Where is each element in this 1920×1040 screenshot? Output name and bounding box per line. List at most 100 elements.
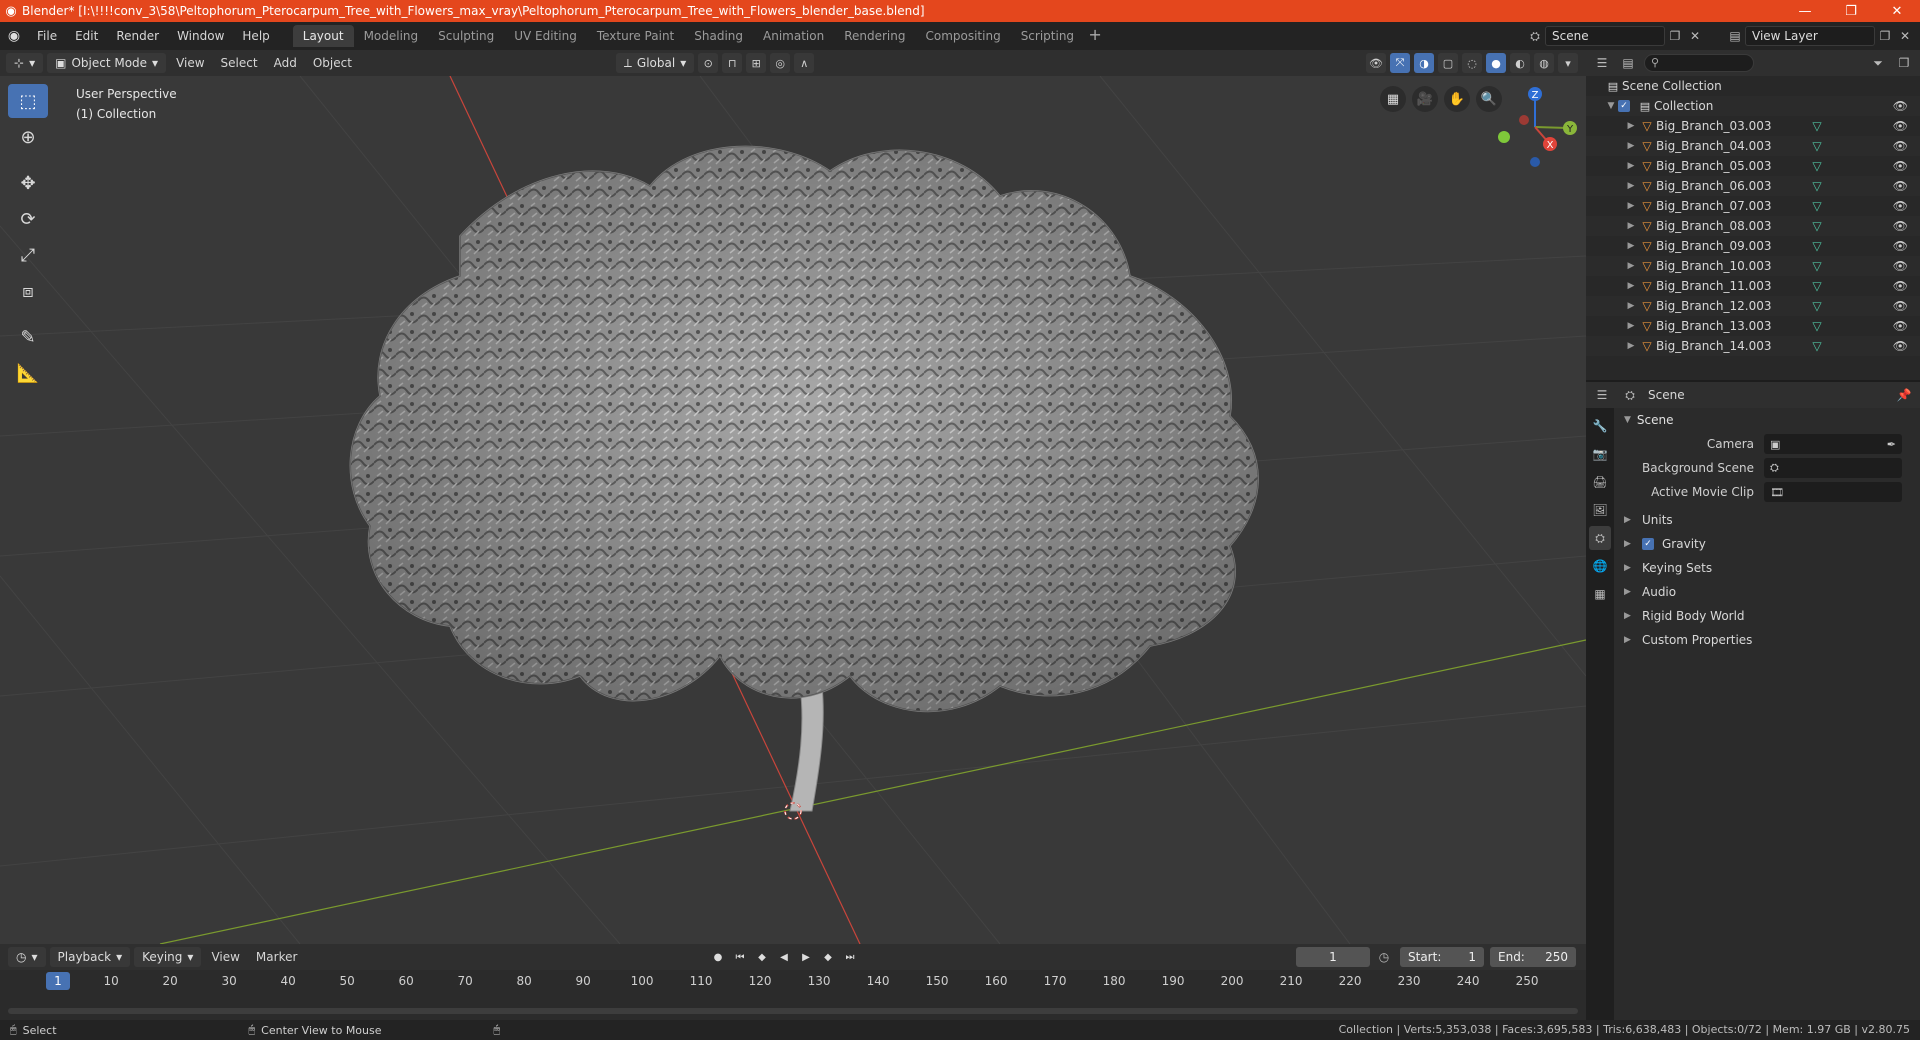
background-scene-field[interactable]: ⛭ bbox=[1764, 458, 1902, 478]
scene-name-field[interactable]: Scene bbox=[1545, 26, 1665, 46]
outliner-object-row[interactable]: ▶ ▽ Big_Branch_10.003 ▽ 👁 bbox=[1586, 256, 1920, 276]
viewport-menu-add[interactable]: Add bbox=[268, 56, 303, 70]
outliner-editor-type-icon[interactable]: ☰ bbox=[1592, 53, 1612, 73]
solid-shading-icon[interactable]: ● bbox=[1486, 53, 1506, 73]
snap-icon[interactable]: ⊓ bbox=[722, 53, 743, 73]
record-button[interactable]: ● bbox=[708, 947, 728, 967]
gravity-checkbox[interactable]: ✓ bbox=[1642, 538, 1654, 550]
close-button[interactable]: ✕ bbox=[1874, 0, 1920, 22]
custom-properties-panel[interactable]: ▶ Custom Properties bbox=[1614, 628, 1920, 652]
viewport-menu-select[interactable]: Select bbox=[215, 56, 264, 70]
outliner-object-row[interactable]: ▶ ▽ Big_Branch_11.003 ▽ 👁 bbox=[1586, 276, 1920, 296]
active-clip-field[interactable]: 🎞 bbox=[1764, 482, 1902, 502]
eye-icon[interactable]: 👁 bbox=[1893, 219, 1908, 233]
object-expand-icon[interactable]: ▶ bbox=[1624, 281, 1638, 291]
viewport-menu-object[interactable]: Object bbox=[307, 56, 358, 70]
use-preview-range-icon[interactable]: ◷ bbox=[1374, 947, 1394, 967]
outliner-object-row[interactable]: ▶ ▽ Big_Branch_03.003 ▽ 👁 bbox=[1586, 116, 1920, 136]
mode-dropdown[interactable]: ▣ Object Mode ▾ bbox=[47, 53, 167, 73]
start-frame-field[interactable]: Start: 1 bbox=[1400, 947, 1484, 967]
new-view-layer-icon[interactable]: ❐ bbox=[1875, 26, 1895, 46]
audio-panel[interactable]: ▶ Audio bbox=[1614, 580, 1920, 604]
tab-animation[interactable]: Animation bbox=[753, 25, 834, 47]
playhead[interactable]: 1 bbox=[46, 972, 70, 990]
view-layer-icon[interactable]: ▤ bbox=[1725, 26, 1745, 46]
outliner-object-row[interactable]: ▶ ▽ Big_Branch_09.003 ▽ 👁 bbox=[1586, 236, 1920, 256]
eye-icon[interactable]: 👁 bbox=[1893, 279, 1908, 293]
rigid-body-panel[interactable]: ▶ Rigid Body World bbox=[1614, 604, 1920, 628]
falloff-icon[interactable]: ∧ bbox=[794, 53, 815, 73]
outliner-object-row[interactable]: ▶ ▽ Big_Branch_04.003 ▽ 👁 bbox=[1586, 136, 1920, 156]
wireframe-shading-icon[interactable]: ◌ bbox=[1462, 53, 1482, 73]
prev-keyframe-button[interactable]: ◆ bbox=[752, 947, 772, 967]
transform-orientation-dropdown[interactable]: ⟂ Global ▾ bbox=[615, 53, 695, 73]
object-expand-icon[interactable]: ▶ bbox=[1624, 201, 1638, 211]
jump-end-button[interactable]: ⏭ bbox=[840, 947, 860, 967]
scene-tab-icon[interactable]: ⛭ bbox=[1589, 526, 1611, 550]
tree-model[interactable] bbox=[349, 145, 1259, 812]
scene-panel-header[interactable]: ▼ Scene bbox=[1614, 408, 1920, 432]
playback-menu[interactable]: Playback ▾ bbox=[49, 947, 131, 967]
collection-checkbox[interactable]: ✓ bbox=[1618, 100, 1630, 112]
object-expand-icon[interactable]: ▶ bbox=[1624, 261, 1638, 271]
filter-icon[interactable]: ⏷ bbox=[1868, 53, 1888, 73]
outliner-scene-collection[interactable]: ▤ Scene Collection bbox=[1586, 76, 1920, 96]
eye-icon[interactable]: 👁 bbox=[1893, 239, 1908, 253]
menu-edit[interactable]: Edit bbox=[66, 25, 107, 47]
eye-icon[interactable]: 👁 bbox=[1893, 319, 1908, 333]
camera-view-icon[interactable]: 🎥 bbox=[1412, 86, 1438, 112]
eye-icon[interactable]: 👁 bbox=[1893, 159, 1908, 173]
new-scene-icon[interactable]: ❐ bbox=[1665, 26, 1685, 46]
proportional-edit-icon[interactable]: ◎ bbox=[770, 53, 791, 73]
remove-view-layer-icon[interactable]: ✕ bbox=[1895, 26, 1915, 46]
scale-tool[interactable]: ⤢ bbox=[8, 238, 48, 272]
outliner-object-row[interactable]: ▶ ▽ Big_Branch_06.003 ▽ 👁 bbox=[1586, 176, 1920, 196]
eye-icon[interactable]: 👁 bbox=[1893, 339, 1908, 353]
view-layer-tab-icon[interactable]: 🖼 bbox=[1589, 498, 1611, 522]
scene-icon[interactable]: ⛭ bbox=[1525, 26, 1545, 46]
view-layer-name-field[interactable]: View Layer bbox=[1745, 26, 1875, 46]
outliner-object-row[interactable]: ▶ ▽ Big_Branch_08.003 ▽ 👁 bbox=[1586, 216, 1920, 236]
eye-icon[interactable]: 👁 bbox=[1893, 99, 1908, 113]
pin-icon[interactable]: 📌 bbox=[1894, 385, 1914, 405]
object-expand-icon[interactable]: ▶ bbox=[1624, 301, 1638, 311]
object-expand-icon[interactable]: ▶ bbox=[1624, 221, 1638, 231]
timeline-ruler[interactable]: 1 10 20 30 40 50 60 70 80 90 100 110 120 130 140 150 16… bbox=[0, 970, 1586, 992]
grid-view-icon[interactable]: ▦ bbox=[1380, 86, 1406, 112]
eye-icon[interactable]: 👁 bbox=[1893, 299, 1908, 313]
tab-sculpting[interactable]: Sculpting bbox=[428, 25, 504, 47]
object-expand-icon[interactable]: ▶ bbox=[1624, 141, 1638, 151]
jump-start-button[interactable]: ⏮ bbox=[730, 947, 750, 967]
visibility-icon[interactable]: 👁 bbox=[1366, 53, 1386, 73]
tab-texture-paint[interactable]: Texture Paint bbox=[587, 25, 684, 47]
eye-icon[interactable]: 👁 bbox=[1893, 199, 1908, 213]
pan-hand-icon[interactable]: ✋ bbox=[1444, 86, 1470, 112]
gizmo-toggle-icon[interactable]: ⤧ bbox=[1390, 53, 1410, 73]
play-button[interactable]: ▶ bbox=[796, 947, 816, 967]
cursor-tool[interactable]: ⊕ bbox=[8, 120, 48, 154]
tab-modeling[interactable]: Modeling bbox=[354, 25, 429, 47]
keying-menu[interactable]: Keying ▾ bbox=[134, 947, 202, 967]
timeline-view-menu[interactable]: View bbox=[205, 950, 245, 964]
timeline-scrollbar[interactable] bbox=[8, 1008, 1578, 1014]
render-tab-icon[interactable]: 📷 bbox=[1589, 442, 1611, 466]
object-expand-icon[interactable]: ▶ bbox=[1624, 341, 1638, 351]
rotate-tool[interactable]: ⟳ bbox=[8, 202, 48, 236]
eye-icon[interactable]: 👁 bbox=[1893, 119, 1908, 133]
collection-expand-icon[interactable]: ▼ bbox=[1604, 101, 1618, 111]
outliner-object-row[interactable]: ▶ ▽ Big_Branch_07.003 ▽ 👁 bbox=[1586, 196, 1920, 216]
tab-rendering[interactable]: Rendering bbox=[834, 25, 915, 47]
world-tab-icon[interactable]: 🌐 bbox=[1589, 554, 1611, 578]
add-workspace-button[interactable]: + bbox=[1084, 25, 1106, 47]
tab-layout[interactable]: Layout bbox=[292, 25, 354, 47]
end-frame-field[interactable]: End: 250 bbox=[1490, 947, 1576, 967]
viewport-menu-view[interactable]: View bbox=[170, 56, 210, 70]
outliner-object-row[interactable]: ▶ ▽ Big_Branch_05.003 ▽ 👁 bbox=[1586, 156, 1920, 176]
tab-uv-editing[interactable]: UV Editing bbox=[504, 25, 587, 47]
maximize-button[interactable]: ❐ bbox=[1828, 0, 1874, 22]
outliner-collection[interactable]: ▼ ✓ ▤ Collection 👁 bbox=[1586, 96, 1920, 116]
outliner-object-row[interactable]: ▶ ▽ Big_Branch_14.003 ▽ 👁 bbox=[1586, 336, 1920, 356]
play-reverse-button[interactable]: ◀ bbox=[774, 947, 794, 967]
remove-scene-icon[interactable]: ✕ bbox=[1685, 26, 1705, 46]
annotate-tool[interactable]: ✎ bbox=[8, 320, 48, 354]
